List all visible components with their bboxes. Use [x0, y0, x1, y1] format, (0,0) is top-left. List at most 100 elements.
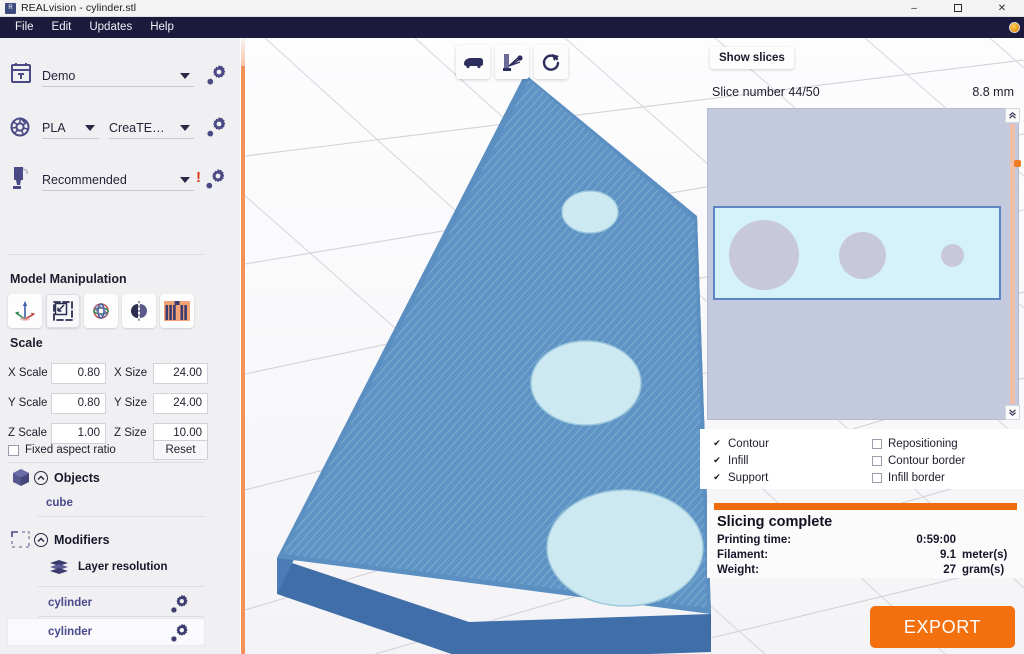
material-type-select[interactable]: PLA	[42, 113, 99, 139]
panel-divider[interactable]	[241, 38, 245, 654]
fixed-aspect-label: Fixed aspect ratio	[25, 444, 116, 456]
move-tool-icon[interactable]	[8, 294, 42, 328]
material-settings-gear-icon[interactable]	[206, 115, 228, 137]
printing-time-label: Printing time:	[717, 534, 792, 546]
x-size-input[interactable]: 24.00	[153, 362, 209, 384]
quality-settings-gear-icon[interactable]	[205, 167, 227, 189]
reset-button[interactable]: Reset	[153, 440, 208, 460]
object-item-label: cube	[46, 497, 73, 509]
repositioning-checkbox[interactable]	[872, 438, 882, 449]
slice-hole-medium	[839, 232, 886, 279]
chevron-up-double-icon[interactable]	[1005, 108, 1020, 123]
modifiers-group-header[interactable]: Modifiers	[8, 530, 110, 550]
nozzle-profile-select[interactable]: CreaTECH_...	[109, 113, 194, 139]
print-quality-select[interactable]: Recommended	[42, 165, 194, 191]
layer-resolution-label: Layer resolution	[78, 561, 168, 573]
printing-time-unit	[962, 534, 1016, 546]
option-contour-border-label: Contour border	[888, 454, 966, 467]
fixed-aspect-checkbox[interactable]	[8, 444, 19, 456]
option-infill[interactable]: ✔ Infill	[712, 452, 769, 469]
view-side-icon[interactable]	[456, 45, 490, 79]
modifier-item-label: cylinder	[48, 597, 93, 609]
summary-row-printing-time: Printing time: 0:59:00	[717, 534, 1016, 546]
contour-border-checkbox[interactable]	[872, 455, 882, 466]
option-infill-border-label: Infill border	[888, 471, 945, 484]
divider	[38, 616, 204, 617]
option-contour[interactable]: ✔ Contour	[712, 435, 769, 452]
printer-profile-select[interactable]: Demo	[42, 61, 194, 87]
menu-bar: File Edit Updates Help	[0, 17, 1024, 38]
cube-icon	[8, 468, 34, 488]
filament-unit: meter(s)	[962, 549, 1008, 561]
filament-value: 9.1	[940, 549, 956, 561]
option-support[interactable]: ✔ Support	[712, 469, 769, 486]
objects-group-header[interactable]: Objects	[8, 468, 100, 488]
slice-display-options: ✔ Contour ✔ Infill ✔ Support Repositioni…	[700, 429, 1024, 489]
mirror-tool-icon[interactable]	[122, 294, 156, 328]
print-quality-value: Recommended	[42, 173, 127, 187]
x-scale-input[interactable]: 0.80	[50, 362, 106, 384]
chevron-up-icon[interactable]	[34, 533, 48, 547]
y-size-label: Y Size	[113, 397, 147, 409]
material-row: PLA CreaTECH_...	[0, 100, 240, 152]
divider	[8, 462, 204, 463]
weight-value: 27	[943, 564, 956, 576]
divider	[38, 516, 204, 517]
infill-checkbox[interactable]: ✔	[712, 456, 722, 466]
minimize-button[interactable]: –	[892, 0, 936, 16]
view-perspective-icon[interactable]	[495, 45, 529, 79]
modifier-item-cylinder-1[interactable]: cylinder	[8, 590, 204, 616]
chevron-down-icon	[85, 125, 95, 131]
scale-tool-icon[interactable]	[46, 294, 80, 328]
quality-warning-icon[interactable]: !	[196, 169, 201, 186]
export-button[interactable]: EXPORT	[870, 606, 1015, 648]
y-scale-input[interactable]: 0.80	[50, 392, 106, 414]
chevron-down-double-icon[interactable]	[1005, 405, 1020, 420]
infill-border-checkbox[interactable]	[872, 472, 882, 483]
modifier-layer-resolution[interactable]: Layer resolution	[8, 554, 204, 580]
notification-badge-icon[interactable]	[1009, 22, 1020, 33]
modifier-gear-icon[interactable]	[170, 593, 190, 613]
right-panel: Show slices Slice number 44/50 8.8 mm ✔ …	[700, 38, 1024, 654]
slice-height-label: 8.8 mm	[972, 85, 1014, 99]
menu-item-help[interactable]: Help	[141, 17, 183, 38]
x-size-label: X Size	[113, 367, 148, 379]
modifier-item-label: cylinder	[48, 626, 93, 638]
menu-item-updates[interactable]: Updates	[80, 17, 141, 38]
print-quality-row: Recommended !	[0, 152, 240, 204]
modifier-item-cylinder-3[interactable]: cylinder	[8, 649, 204, 654]
window-controls: – ✕	[892, 0, 1024, 16]
option-contour-border[interactable]: Contour border	[872, 452, 965, 469]
scale-title: Scale	[10, 336, 43, 350]
slice-scroll-thumb[interactable]	[1014, 160, 1021, 167]
printer-settings-gear-icon[interactable]	[206, 63, 228, 85]
rotate-tool-icon[interactable]	[84, 294, 118, 328]
modifier-item-cylinder-2[interactable]: cylinder	[8, 619, 204, 645]
weight-label: Weight:	[717, 564, 759, 576]
option-infill-border[interactable]: Infill border	[872, 469, 965, 486]
object-item-cube[interactable]: cube	[8, 490, 204, 516]
support-tool-icon[interactable]	[160, 294, 194, 328]
slice-scrollbar[interactable]	[1005, 108, 1021, 420]
show-slices-button[interactable]: Show slices	[710, 47, 794, 69]
slice-preview[interactable]	[707, 108, 1019, 420]
chevron-up-icon[interactable]	[34, 471, 48, 485]
contour-checkbox[interactable]: ✔	[712, 439, 722, 449]
menu-item-edit[interactable]: Edit	[43, 17, 81, 38]
slice-scroll-track[interactable]	[1010, 124, 1021, 404]
weight-unit: gram(s)	[962, 564, 1005, 576]
printer-profile-icon	[0, 62, 42, 86]
menu-item-file[interactable]: File	[6, 17, 43, 38]
modifier-gear-icon[interactable]	[170, 622, 190, 642]
support-checkbox[interactable]: ✔	[712, 473, 722, 483]
fixed-aspect-row: Fixed aspect ratio Reset	[8, 440, 208, 460]
close-button[interactable]: ✕	[980, 0, 1024, 16]
y-size-input[interactable]: 24.00	[153, 392, 209, 414]
option-repositioning[interactable]: Repositioning	[872, 435, 965, 452]
reset-view-icon[interactable]	[534, 45, 568, 79]
maximize-button[interactable]	[936, 0, 980, 16]
scale-row-y: Y Scale 0.80 Y Size 24.00	[8, 390, 209, 416]
slicing-status-title: Slicing complete	[717, 514, 833, 530]
window-title: REALvision - cylinder.stl	[21, 2, 137, 14]
slice-hole-large	[729, 220, 799, 290]
